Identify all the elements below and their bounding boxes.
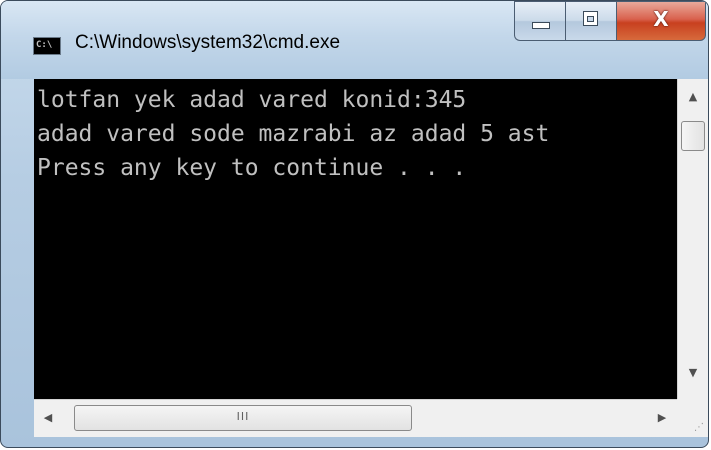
window-title: C:\Windows\system32\cmd.exe	[75, 32, 341, 53]
minimize-button[interactable]	[514, 1, 565, 41]
scroll-right-arrow-icon[interactable]: ▶	[652, 412, 672, 424]
scroll-down-arrow-icon[interactable]: ▼	[678, 367, 708, 379]
size-grip[interactable]: ⋰	[677, 399, 708, 437]
scroll-grip-icon: III	[236, 410, 250, 423]
cmd-window: C:\ C:\Windows\system32\cmd.exe X lotfan…	[0, 0, 709, 448]
maximize-icon	[583, 11, 598, 26]
console-output[interactable]: lotfan yek adad vared konid:345 adad var…	[34, 79, 677, 399]
close-button[interactable]: X	[616, 1, 706, 41]
minimize-icon	[532, 22, 550, 29]
horizontal-scrollbar[interactable]: ◀ III ▶	[34, 399, 677, 437]
scroll-up-arrow-icon[interactable]: ▲	[678, 91, 708, 103]
vertical-scrollbar[interactable]: ▲ ▼	[677, 79, 708, 399]
horizontal-scroll-thumb[interactable]: III	[74, 405, 412, 431]
caption-buttons: X	[514, 1, 706, 41]
close-icon: X	[653, 7, 669, 31]
cmd-icon[interactable]: C:\	[33, 37, 61, 55]
console-line: lotfan yek adad vared konid:345	[37, 87, 467, 113]
console-line: adad vared sode mazrabi az adad 5 ast	[37, 121, 550, 147]
console-client-area: lotfan yek adad vared konid:345 adad var…	[34, 79, 708, 437]
scroll-left-arrow-icon[interactable]: ◀	[38, 412, 58, 424]
vertical-scroll-thumb[interactable]	[681, 121, 705, 151]
maximize-button[interactable]	[565, 1, 616, 41]
title-bar[interactable]: C:\ C:\Windows\system32\cmd.exe X	[1, 1, 708, 79]
size-grip-icon: ⋰	[694, 422, 704, 433]
console-line: Press any key to continue . . .	[37, 155, 467, 181]
cmd-icon-text: C:\	[36, 40, 53, 50]
